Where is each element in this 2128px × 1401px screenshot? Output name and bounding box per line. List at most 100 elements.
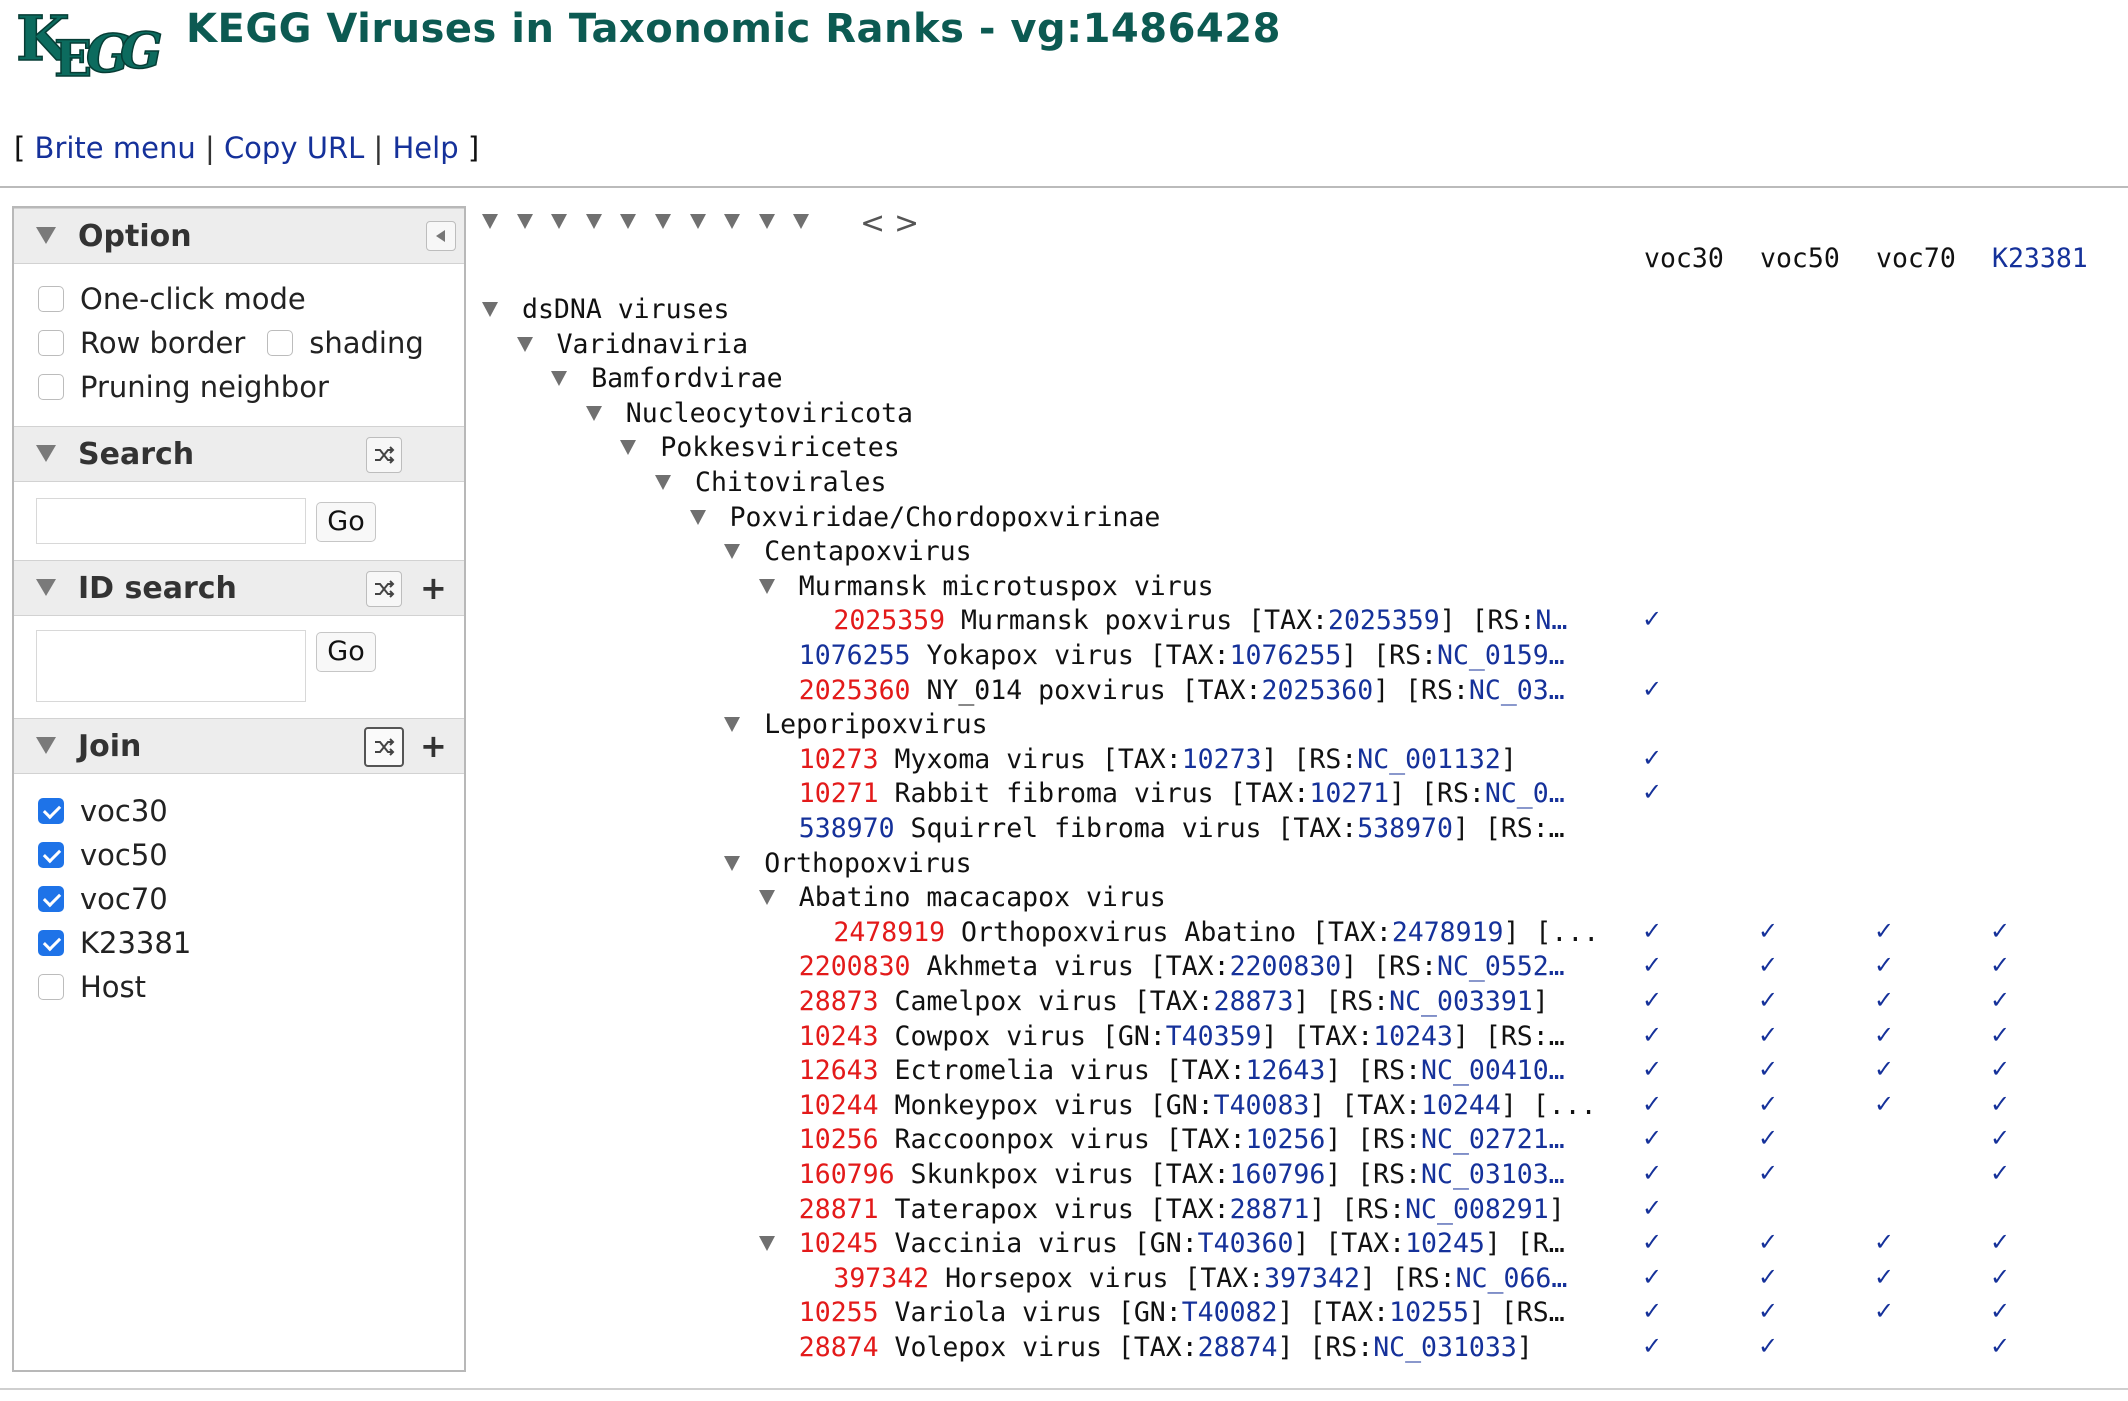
expand-level-9-triangle-icon[interactable] <box>758 214 775 229</box>
db-link[interactable]: NC_03103… <box>1421 1159 1565 1190</box>
voc50-checkbox[interactable] <box>38 842 64 868</box>
option-header[interactable]: Option <box>14 208 464 264</box>
join-shuffle-button[interactable] <box>364 727 404 767</box>
db-link[interactable]: NC_00410… <box>1421 1055 1565 1086</box>
entry-id-link[interactable]: 2478919 <box>833 917 945 948</box>
db-link[interactable]: T40083 <box>1214 1090 1310 1121</box>
copy-url-link[interactable]: Copy URL <box>224 131 364 165</box>
column-k23381[interactable]: K23381 <box>1992 243 2088 274</box>
expand-level-5-triangle-icon[interactable] <box>620 214 637 229</box>
expand-level-3-triangle-icon[interactable] <box>551 214 568 229</box>
entry-id-link[interactable]: 28874 <box>799 1332 879 1363</box>
db-link[interactable]: NC_031033 <box>1373 1332 1517 1363</box>
brite-menu-link[interactable]: Brite menu <box>35 131 196 165</box>
search-input[interactable] <box>36 498 306 544</box>
node-toggle-triangle-icon[interactable] <box>758 1236 775 1252</box>
join-header[interactable]: Join + <box>14 718 464 774</box>
entry-id-link[interactable]: 397342 <box>833 1263 929 1294</box>
id-search-header[interactable]: ID search + <box>14 560 464 616</box>
collapse-triangle-icon[interactable] <box>36 227 56 244</box>
db-link[interactable]: 10256 <box>1246 1124 1326 1155</box>
entry-id-link[interactable]: 10271 <box>799 778 879 809</box>
node-toggle-triangle-icon[interactable] <box>724 717 741 733</box>
expand-level-2-triangle-icon[interactable] <box>516 214 533 229</box>
expand-level-8-triangle-icon[interactable] <box>724 214 741 229</box>
id-search-shuffle-button[interactable] <box>366 571 402 607</box>
db-link[interactable]: 28873 <box>1214 986 1294 1017</box>
db-link[interactable]: T40359 <box>1166 1021 1262 1052</box>
db-link[interactable]: 10245 <box>1405 1228 1485 1259</box>
entry-id-link[interactable]: 10245 <box>799 1228 879 1259</box>
collapse-triangle-icon[interactable] <box>36 579 56 596</box>
db-link[interactable]: 28871 <box>1230 1194 1310 1225</box>
nav-prev-arrow[interactable]: < <box>860 206 885 241</box>
collapse-triangle-icon[interactable] <box>36 737 56 754</box>
db-link[interactable]: T40082 <box>1182 1297 1278 1328</box>
db-link[interactable]: NC_003391 <box>1389 986 1533 1017</box>
expand-level-1-triangle-icon[interactable] <box>482 214 498 229</box>
db-link[interactable]: 10255 <box>1389 1297 1469 1328</box>
entry-id-link[interactable]: 28871 <box>799 1194 879 1225</box>
id-search-go-button[interactable]: Go <box>316 632 376 672</box>
one-click-checkbox[interactable] <box>38 286 64 312</box>
host-checkbox[interactable] <box>38 974 64 1000</box>
join-add-button[interactable]: + <box>420 730 447 762</box>
db-link[interactable]: 538970 <box>1357 813 1453 844</box>
node-toggle-triangle-icon[interactable] <box>758 578 775 594</box>
id-search-textarea[interactable] <box>36 630 306 702</box>
entry-id-link[interactable]: 160796 <box>799 1159 895 1190</box>
db-link[interactable]: NC_066… <box>1456 1263 1568 1294</box>
db-link[interactable]: 397342 <box>1264 1263 1360 1294</box>
entry-id-link[interactable]: 28873 <box>799 986 879 1017</box>
db-link[interactable]: NC_0552… <box>1437 951 1565 982</box>
db-link[interactable]: 160796 <box>1230 1159 1326 1190</box>
search-shuffle-button[interactable] <box>366 437 402 473</box>
expand-level-7-triangle-icon[interactable] <box>689 214 706 229</box>
db-link[interactable]: T40360 <box>1198 1228 1294 1259</box>
db-link[interactable]: 28874 <box>1198 1332 1278 1363</box>
entry-id-link[interactable]: 10243 <box>799 1021 879 1052</box>
expand-level-4-triangle-icon[interactable] <box>585 214 602 229</box>
node-toggle-triangle-icon[interactable] <box>724 855 741 871</box>
entry-id-link[interactable]: 10244 <box>799 1090 879 1121</box>
collapse-triangle-icon[interactable] <box>36 445 56 462</box>
node-toggle-triangle-icon[interactable] <box>689 509 706 525</box>
nav-next-arrow[interactable]: > <box>894 206 919 241</box>
db-link[interactable]: 538970 <box>799 813 895 844</box>
entry-id-link[interactable]: 10256 <box>799 1124 879 1155</box>
db-link[interactable]: 10271 <box>1309 778 1389 809</box>
entry-id-link[interactable]: 2200830 <box>799 951 911 982</box>
entry-id-link[interactable]: 12643 <box>799 1055 879 1086</box>
db-link[interactable]: 1076255 <box>799 640 911 671</box>
node-toggle-triangle-icon[interactable] <box>655 475 671 490</box>
db-link[interactable]: NC_0159… <box>1437 640 1565 671</box>
db-link[interactable]: 2025359 <box>1328 605 1440 636</box>
db-link[interactable]: NC_008291 <box>1405 1194 1549 1225</box>
expand-level-6-triangle-icon[interactable] <box>655 214 671 229</box>
entry-id-link[interactable]: 10255 <box>799 1297 879 1328</box>
db-link[interactable]: 2200830 <box>1230 951 1342 982</box>
db-link[interactable]: 10243 <box>1373 1021 1453 1052</box>
db-link[interactable]: 1076255 <box>1230 640 1342 671</box>
pruning-checkbox[interactable] <box>38 374 64 400</box>
id-search-add-button[interactable]: + <box>420 572 447 604</box>
node-toggle-triangle-icon[interactable] <box>516 336 533 352</box>
search-go-button[interactable]: Go <box>316 502 376 542</box>
entry-id-link[interactable]: 10273 <box>799 744 879 775</box>
expand-level-10-triangle-icon[interactable] <box>793 214 810 229</box>
db-link[interactable]: NC_03… <box>1469 675 1565 706</box>
db-link[interactable]: 2478919 <box>1392 917 1504 948</box>
db-link[interactable]: 10244 <box>1421 1090 1501 1121</box>
db-link[interactable]: N… <box>1535 605 1567 636</box>
db-link[interactable]: 12643 <box>1246 1055 1326 1086</box>
node-toggle-triangle-icon[interactable] <box>551 371 568 387</box>
help-link[interactable]: Help <box>392 131 458 165</box>
collapse-panel-button[interactable] <box>426 221 456 251</box>
entry-id-link[interactable]: 2025359 <box>833 605 945 636</box>
node-toggle-triangle-icon[interactable] <box>620 440 637 456</box>
db-link[interactable]: NC_001132 <box>1357 744 1501 775</box>
node-toggle-triangle-icon[interactable] <box>482 302 498 317</box>
search-header[interactable]: Search <box>14 426 464 482</box>
db-link[interactable]: 2025360 <box>1261 675 1373 706</box>
k23381-checkbox[interactable] <box>38 930 64 956</box>
